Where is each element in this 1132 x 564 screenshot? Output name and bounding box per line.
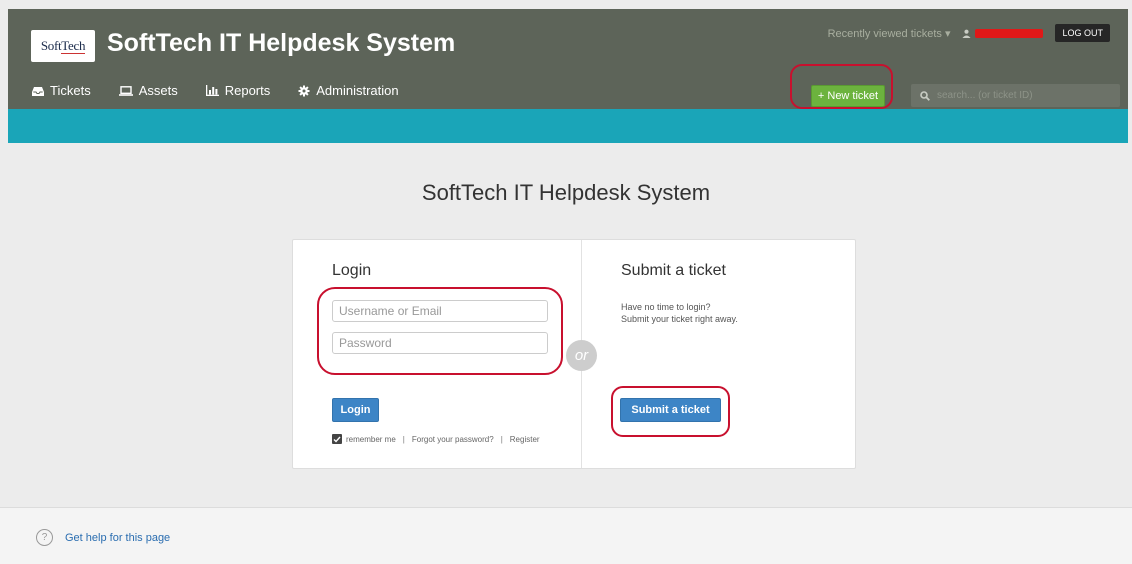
submit-text-line1: Have no time to login? bbox=[621, 302, 711, 312]
submit-text-line2: Submit your ticket right away. bbox=[621, 314, 738, 324]
nav-label-tickets: Tickets bbox=[50, 83, 91, 98]
logo-text: SoftTech bbox=[40, 38, 86, 54]
or-badge: or bbox=[566, 340, 597, 371]
submit-ticket-text: Have no time to login? Submit your ticke… bbox=[621, 301, 738, 325]
login-heading: Login bbox=[332, 262, 372, 279]
login-button[interactable]: Login bbox=[332, 398, 379, 422]
footer: ? Get help for this page bbox=[0, 508, 1132, 564]
nav-item-administration[interactable]: Administration bbox=[298, 83, 399, 98]
nav-label-administration: Administration bbox=[316, 83, 399, 98]
nav-label-reports: Reports bbox=[224, 83, 271, 98]
nav-item-assets[interactable]: Assets bbox=[118, 83, 178, 98]
gear-icon bbox=[298, 85, 310, 96]
register-link[interactable]: Register bbox=[510, 435, 540, 444]
top-right-controls: Recently viewed tickets ▾ LOG OUT bbox=[828, 24, 1110, 42]
submit-ticket-button[interactable]: Submit a ticket bbox=[620, 398, 721, 422]
logout-button[interactable]: LOG OUT bbox=[1055, 24, 1110, 42]
teal-banner-bar bbox=[8, 109, 1128, 143]
softtech-logo[interactable]: SoftTech bbox=[31, 30, 95, 62]
nav-item-reports[interactable]: Reports bbox=[205, 83, 271, 98]
app-title: SoftTech IT Helpdesk System bbox=[107, 29, 456, 57]
inbox-icon bbox=[32, 86, 44, 96]
search-icon bbox=[920, 90, 930, 101]
nav-label-assets: Assets bbox=[138, 83, 178, 98]
help-icon: ? bbox=[36, 529, 53, 546]
search-box bbox=[911, 84, 1120, 107]
separator: | bbox=[500, 434, 503, 444]
forgot-password-link[interactable]: Forgot your password? bbox=[412, 435, 494, 444]
redacted-username bbox=[975, 28, 1044, 38]
password-field[interactable] bbox=[332, 332, 548, 354]
laptop-icon bbox=[118, 85, 133, 96]
help-text: Get help for this page bbox=[65, 531, 171, 544]
top-header: SoftTech SoftTech IT Helpdesk System Rec… bbox=[8, 9, 1128, 109]
user-icon bbox=[962, 29, 972, 38]
remember-me-checkbox[interactable] bbox=[332, 434, 342, 444]
separator: | bbox=[402, 434, 405, 444]
new-ticket-button[interactable]: + New ticket bbox=[811, 85, 885, 107]
search-input[interactable] bbox=[937, 90, 1107, 101]
recently-viewed-tickets-dropdown[interactable]: Recently viewed tickets ▾ bbox=[828, 27, 951, 40]
login-card: Login Login remember me | Forgot your pa… bbox=[292, 239, 856, 469]
user-menu[interactable] bbox=[962, 28, 1044, 38]
nav-item-tickets[interactable]: Tickets bbox=[32, 83, 91, 98]
help-link[interactable]: ? Get help for this page bbox=[36, 529, 170, 546]
checkmark-icon bbox=[333, 436, 341, 443]
page-title: SoftTech IT Helpdesk System bbox=[421, 180, 711, 205]
username-field[interactable] bbox=[332, 300, 548, 322]
remember-row: remember me | Forgot your password? | Re… bbox=[332, 434, 540, 444]
bar-chart-icon bbox=[205, 85, 219, 96]
remember-me-label: remember me bbox=[346, 434, 396, 444]
submit-ticket-heading: Submit a ticket bbox=[621, 262, 726, 279]
main-nav: Tickets Assets Reports Administration bbox=[32, 83, 399, 98]
